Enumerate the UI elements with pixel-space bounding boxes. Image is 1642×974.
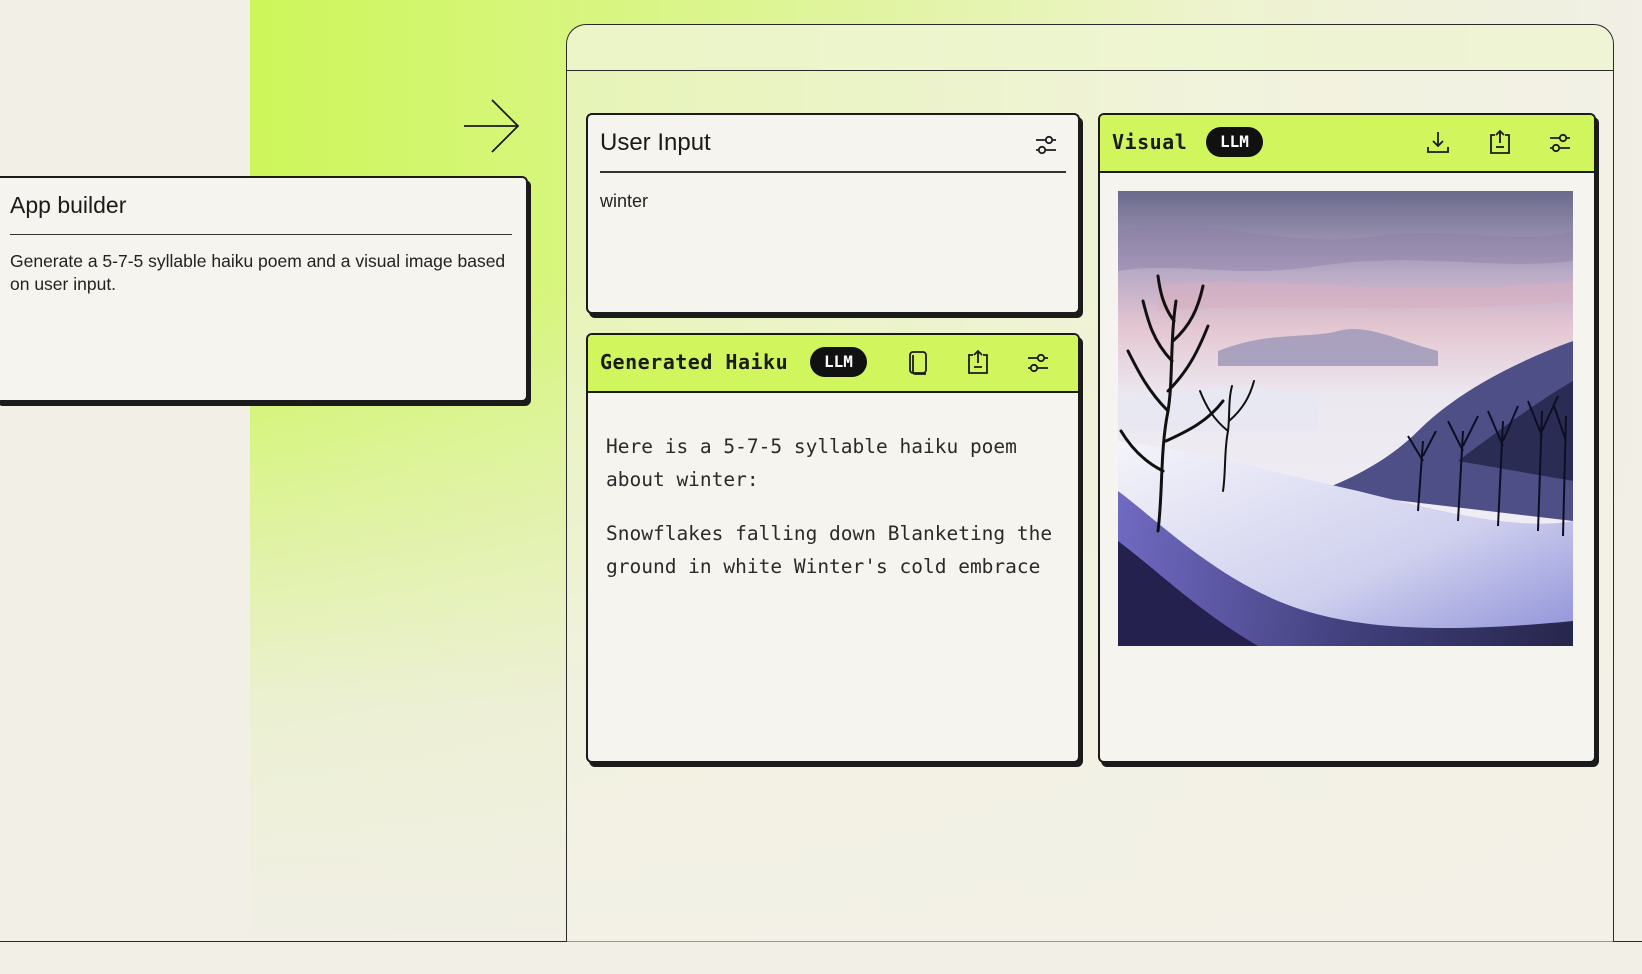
download-icon[interactable] xyxy=(1424,129,1452,157)
user-input-card: User Input winter xyxy=(586,113,1080,314)
haiku-output: Here is a 5-7-5 syllable haiku poem abou… xyxy=(606,431,1066,605)
copy-icon[interactable] xyxy=(904,349,932,377)
winter-landscape-image xyxy=(1118,191,1573,646)
divider xyxy=(600,171,1066,173)
user-input-field[interactable]: winter xyxy=(600,191,648,212)
app-builder-title: App builder xyxy=(10,192,127,218)
user-input-title: User Input xyxy=(600,129,711,156)
llm-badge: LLM xyxy=(1206,127,1263,157)
generated-haiku-title: Generated Haiku xyxy=(600,350,789,374)
haiku-intro: Here is a 5-7-5 syllable haiku poem abou… xyxy=(606,435,1017,491)
settings-sliders-icon[interactable] xyxy=(1032,131,1060,159)
haiku-poem: Snowflakes falling down Blanketing the g… xyxy=(606,522,1053,578)
app-builder-description: Generate a 5-7-5 syllable haiku poem and… xyxy=(10,251,506,294)
visual-title: Visual xyxy=(1112,130,1188,154)
settings-sliders-icon[interactable] xyxy=(1024,349,1052,377)
visual-header: Visual LLM xyxy=(1100,115,1594,173)
generated-haiku-header: Generated Haiku LLM xyxy=(588,335,1078,393)
generated-haiku-card: Generated Haiku LLM Here is a 5-7-5 syll… xyxy=(586,333,1080,763)
arrow-right-icon xyxy=(464,99,520,153)
share-icon[interactable] xyxy=(964,349,992,377)
settings-sliders-icon[interactable] xyxy=(1546,129,1574,157)
divider xyxy=(10,234,512,235)
app-preview-header xyxy=(567,25,1613,71)
share-icon[interactable] xyxy=(1486,129,1514,157)
llm-badge: LLM xyxy=(810,347,867,377)
visual-card: Visual LLM xyxy=(1098,113,1596,763)
app-builder-panel: App builder Generate a 5-7-5 syllable ha… xyxy=(0,176,528,402)
